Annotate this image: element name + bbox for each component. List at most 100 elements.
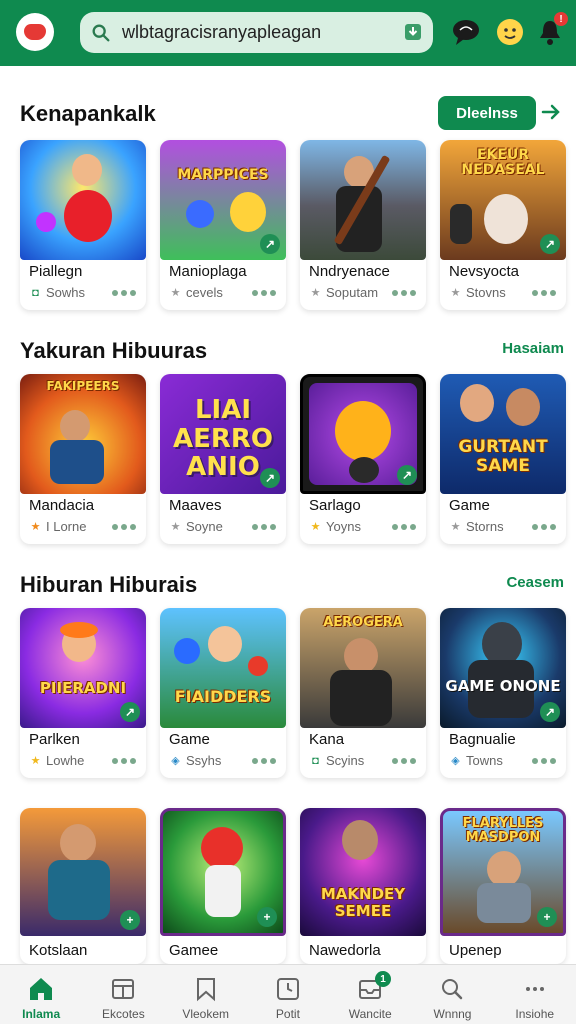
nav-item-more[interactable]: Insiohe bbox=[494, 965, 576, 1024]
app-thumbnail: EKEUR NEDASEAL ↗ bbox=[440, 140, 566, 260]
more-dots-icon[interactable] bbox=[112, 758, 136, 764]
nav-label: Wnnng bbox=[433, 1007, 472, 1021]
download-icon[interactable] bbox=[403, 22, 423, 42]
app-name: Gamee bbox=[169, 942, 219, 959]
app-meta: ★ Stovns bbox=[450, 285, 506, 300]
chat-icon[interactable] bbox=[450, 16, 482, 48]
app-name: Bagnualie bbox=[449, 731, 516, 748]
app-name: Maaves bbox=[169, 497, 222, 514]
more-dots-icon[interactable] bbox=[252, 290, 276, 296]
clock-icon bbox=[276, 978, 299, 1000]
app-thumbnail: MAKNDEY SEMEE bbox=[300, 808, 426, 936]
search-input[interactable]: wlbtagracisranyapleagan bbox=[122, 22, 402, 43]
thumbnail-title: PIIERADNI bbox=[39, 679, 127, 697]
app-card[interactable]: ↗ Sarlago ★ Yoyns bbox=[300, 374, 426, 544]
more-dots-icon[interactable] bbox=[252, 524, 276, 530]
app-card[interactable]: EKEUR NEDASEAL ↗ Nevsyocta ★ Stovns bbox=[440, 140, 566, 310]
notification-badge: ! bbox=[554, 12, 568, 26]
search-icon bbox=[92, 24, 110, 41]
nav-label: Potit bbox=[275, 1007, 300, 1021]
more-dots-icon[interactable] bbox=[112, 290, 136, 296]
nav-label: Ekcotes bbox=[102, 1007, 145, 1021]
install-badge-icon: ↗ bbox=[540, 702, 560, 722]
app-thumbnail: FIAIDDERS bbox=[160, 608, 286, 728]
star-icon: ★ bbox=[310, 287, 321, 299]
see-all-link[interactable]: Ceasem bbox=[506, 574, 564, 591]
install-badge-icon: + bbox=[537, 907, 557, 927]
nav-label: Wancite bbox=[348, 1007, 392, 1021]
app-name: Manioplaga bbox=[169, 263, 247, 280]
smile-icon[interactable] bbox=[494, 16, 526, 48]
star-icon: ★ bbox=[450, 287, 461, 299]
app-name: Nawedorla bbox=[309, 942, 381, 959]
star-icon: ★ bbox=[310, 521, 321, 533]
app-thumbnail bbox=[300, 140, 426, 260]
app-icon: ◈ bbox=[171, 755, 180, 767]
thumbnail-title: MARPPICES bbox=[177, 167, 269, 183]
more-dots-icon[interactable] bbox=[252, 758, 276, 764]
more-dots-icon[interactable] bbox=[392, 524, 416, 530]
app-card[interactable]: Piallegn ◘ Sowhs bbox=[20, 140, 146, 310]
app-meta: ★ Storns bbox=[450, 519, 504, 534]
app-thumbnail: GURTANT SAME bbox=[440, 374, 566, 494]
install-badge-icon: + bbox=[257, 907, 277, 927]
nav-item-inbox[interactable]: 1 Wancite bbox=[329, 965, 411, 1024]
app-card[interactable]: LIAI AERRO ANIO ↗ Maaves ★ Soyne bbox=[160, 374, 286, 544]
app-logo-icon[interactable] bbox=[16, 13, 54, 51]
app-name: Mandacia bbox=[29, 497, 95, 514]
thumbnail-title: MAKNDEY SEMEE bbox=[320, 885, 406, 920]
app-thumbnail: FLARYLLES MASDPON + bbox=[440, 808, 566, 936]
app-meta: ◈ Ssyhs bbox=[169, 753, 221, 768]
app-icon: ◘ bbox=[32, 286, 39, 299]
nav-item-calendar[interactable]: Ekcotes bbox=[82, 965, 164, 1024]
star-icon: ★ bbox=[30, 521, 41, 533]
app-card[interactable]: GURTANT SAME Game ★ Storns bbox=[440, 374, 566, 544]
more-dots-icon[interactable] bbox=[532, 758, 556, 764]
app-meta: ★ Soputam bbox=[310, 285, 379, 300]
app-icon: ◈ bbox=[451, 755, 460, 767]
app-card[interactable]: MARPPICES ↗ Manioplaga ★ cevels bbox=[160, 140, 286, 310]
app-card[interactable]: + Gamee bbox=[160, 808, 286, 964]
bookmark-icon bbox=[196, 978, 215, 1002]
app-card[interactable]: FLARYLLES MASDPON + Upenep bbox=[440, 808, 566, 964]
app-meta: ★ Lowhe bbox=[30, 753, 85, 768]
app-card[interactable]: FAKIPEERS Mandacia ★ I Lorne bbox=[20, 374, 146, 544]
star-icon: ★ bbox=[170, 521, 181, 533]
app-thumbnail: FAKIPEERS bbox=[20, 374, 146, 494]
install-badge-icon: + bbox=[120, 910, 140, 930]
app-card[interactable]: FIAIDDERS Game ◈ Ssyhs bbox=[160, 608, 286, 778]
nav-item-search[interactable]: Wnnng bbox=[411, 965, 493, 1024]
app-meta: ◈ Towns bbox=[449, 753, 503, 768]
nav-item-clock[interactable]: Potit bbox=[247, 965, 329, 1024]
section-action-button[interactable]: Dleelnss bbox=[438, 96, 536, 130]
section-title: Yakuran Hibuuras bbox=[20, 338, 208, 363]
app-card[interactable]: PIIERADNI ↗ Parlken ★ Lowhe bbox=[20, 608, 146, 778]
app-thumbnail: + bbox=[160, 808, 286, 936]
see-all-link[interactable]: Hasaiam bbox=[502, 340, 564, 357]
app-name: Upenep bbox=[449, 942, 502, 959]
app-card[interactable]: AEROGERA Kana ◘ Scyins bbox=[300, 608, 426, 778]
bell-button[interactable]: ! bbox=[534, 12, 568, 48]
more-dots-icon[interactable] bbox=[392, 290, 416, 296]
more-dots-icon[interactable] bbox=[532, 290, 556, 296]
app-meta: ★ I Lorne bbox=[30, 519, 87, 534]
app-card[interactable]: GAME ONONE ↗ Bagnualie ◈ Towns bbox=[440, 608, 566, 778]
thumbnail-title: GAME ONONE bbox=[445, 677, 561, 695]
app-card[interactable]: MAKNDEY SEMEE Nawedorla bbox=[300, 808, 426, 964]
nav-item-home[interactable]: Inlama bbox=[0, 965, 82, 1024]
more-dots-icon[interactable] bbox=[112, 524, 136, 530]
app-card[interactable]: + Kotslaan bbox=[20, 808, 146, 964]
more-dots-icon[interactable] bbox=[532, 524, 556, 530]
search-bar[interactable]: wlbtagracisranyapleagan bbox=[80, 12, 433, 53]
app-name: Kotslaan bbox=[29, 942, 88, 959]
install-badge-icon: ↗ bbox=[540, 234, 560, 254]
thumbnail-title: FLARYLLES MASDPON bbox=[462, 816, 544, 846]
nav-item-bookmark[interactable]: Vleokem bbox=[165, 965, 247, 1024]
search-icon bbox=[442, 979, 463, 1000]
app-thumbnail: AEROGERA bbox=[300, 608, 426, 728]
thumbnail-title: FAKIPEERS bbox=[46, 379, 120, 393]
app-meta: ◘ Scyins bbox=[309, 753, 364, 768]
app-card[interactable]: Nndryenace ★ Soputam bbox=[300, 140, 426, 310]
more-dots-icon[interactable] bbox=[392, 758, 416, 764]
arrow-right-icon[interactable] bbox=[540, 101, 562, 123]
